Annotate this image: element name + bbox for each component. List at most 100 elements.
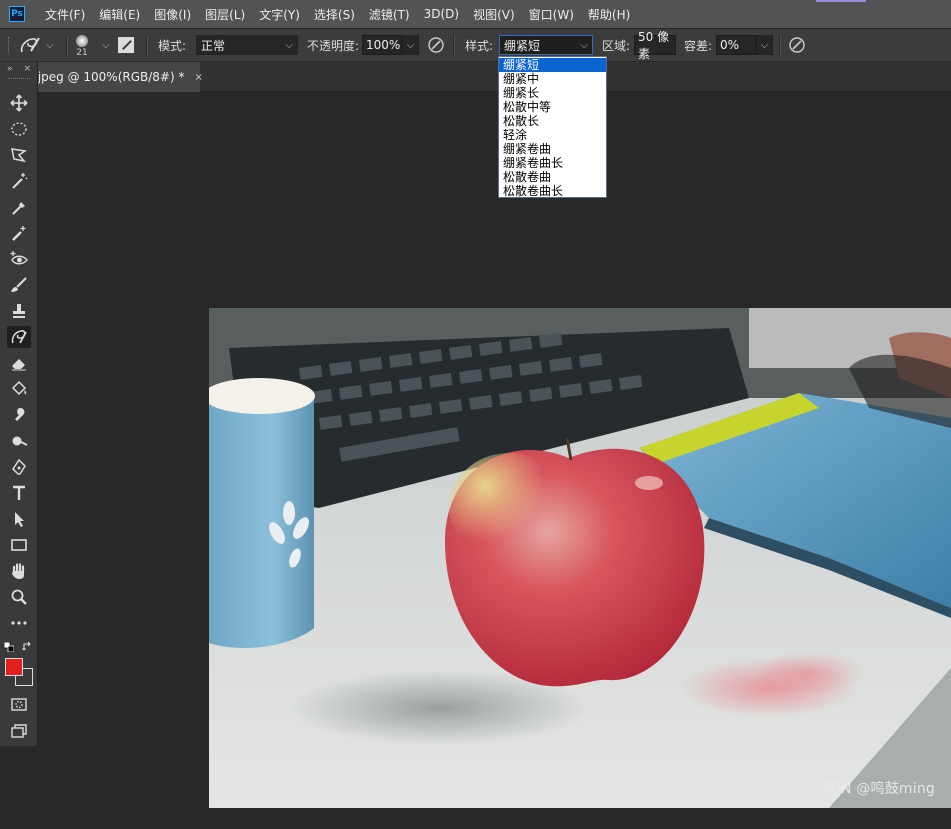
document-tab-bar: .jpeg @ 100%(RGB/8#) * × bbox=[0, 62, 951, 92]
menu-window[interactable]: 窗口(W) bbox=[529, 6, 574, 23]
brush-panel-icon bbox=[118, 37, 134, 53]
magic-wand-icon bbox=[12, 173, 28, 189]
clone-stamp-tool[interactable] bbox=[7, 300, 31, 322]
style-option[interactable]: 轻涂 bbox=[499, 128, 606, 142]
menu-help[interactable]: 帮助(H) bbox=[588, 6, 630, 23]
tools-panel-header: » × bbox=[0, 62, 37, 76]
opacity-label: 不透明度: bbox=[307, 38, 360, 53]
brush-size-picker[interactable]: 21 bbox=[76, 29, 88, 61]
path-selection-icon bbox=[15, 512, 24, 527]
paint-bucket-tool[interactable] bbox=[7, 378, 31, 400]
close-icon[interactable]: × bbox=[23, 64, 31, 74]
brush-size-value: 21 bbox=[76, 47, 88, 58]
screen-mode-button[interactable] bbox=[7, 720, 31, 742]
pen-icon bbox=[12, 458, 26, 475]
foreground-color-swatch[interactable] bbox=[5, 658, 23, 676]
area-value: 50 像素 bbox=[638, 30, 670, 61]
magic-wand-tool[interactable] bbox=[7, 170, 31, 192]
style-option[interactable]: 松散中等 bbox=[499, 100, 606, 114]
menu-image[interactable]: 图像(I) bbox=[154, 6, 191, 23]
quick-mask-icon bbox=[11, 698, 27, 711]
tools-panel-grip[interactable] bbox=[7, 78, 30, 82]
move-tool[interactable] bbox=[7, 92, 31, 114]
style-option[interactable]: 绷紧长 bbox=[499, 86, 606, 100]
eraser-icon bbox=[12, 359, 26, 371]
photoshop-logo-icon: Ps bbox=[9, 6, 25, 22]
brush-icon bbox=[11, 277, 27, 292]
opacity-value: 100% bbox=[366, 38, 401, 52]
eyedropper-tool[interactable] bbox=[7, 196, 31, 218]
type-tool[interactable] bbox=[7, 482, 31, 504]
polygonal-lasso-tool[interactable] bbox=[7, 144, 31, 166]
menu-type[interactable]: 文字(Y) bbox=[259, 6, 300, 23]
screen-mode-icon bbox=[11, 724, 27, 738]
more-tools-button[interactable] bbox=[7, 612, 31, 634]
opacity-slider-toggle[interactable]: ⌵ bbox=[402, 35, 419, 55]
art-history-brush-tool[interactable] bbox=[7, 326, 31, 348]
pen-pressure-icon bbox=[789, 37, 805, 53]
style-option[interactable]: 松散长 bbox=[499, 114, 606, 128]
chevron-down-icon: ⌵ bbox=[580, 39, 588, 51]
red-eye-icon bbox=[10, 251, 28, 265]
rectangle-icon bbox=[11, 539, 27, 551]
style-option[interactable]: 绷紧中 bbox=[499, 72, 606, 86]
tolerance-value: 0% bbox=[720, 38, 740, 52]
opacity-field[interactable]: 100% bbox=[362, 35, 402, 55]
pressure-size-button[interactable] bbox=[788, 29, 806, 61]
style-option[interactable]: 绷紧卷曲 bbox=[499, 142, 606, 156]
brush-settings-toggle[interactable] bbox=[118, 29, 134, 61]
red-eye-tool[interactable] bbox=[7, 248, 31, 270]
close-icon[interactable]: × bbox=[194, 72, 202, 83]
menu-select[interactable]: 选择(S) bbox=[314, 6, 355, 23]
path-selection-tool[interactable] bbox=[7, 508, 31, 530]
mode-select[interactable]: 正常 ⌵ bbox=[196, 35, 298, 55]
area-field[interactable]: 50 像素 bbox=[634, 30, 676, 61]
tolerance-field[interactable]: 0% bbox=[716, 35, 756, 55]
eyedropper-icon bbox=[12, 202, 25, 215]
style-option[interactable]: 松散卷曲长 bbox=[499, 184, 606, 198]
menu-filter[interactable]: 滤镜(T) bbox=[369, 6, 410, 23]
options-bar-grip[interactable] bbox=[8, 37, 12, 53]
move-icon bbox=[10, 94, 28, 112]
document-tab[interactable]: .jpeg @ 100%(RGB/8#) * × bbox=[34, 62, 203, 92]
document-image[interactable]: CSDN @鸣鼓ming bbox=[209, 308, 951, 808]
zoom-tool[interactable] bbox=[7, 586, 31, 608]
pen-tool[interactable] bbox=[7, 456, 31, 478]
menu-file[interactable]: 文件(F) bbox=[45, 6, 85, 23]
more-icon bbox=[11, 621, 27, 625]
tolerance-slider-toggle[interactable]: ⌵ bbox=[756, 35, 773, 55]
chevron-down-icon: ⌵ bbox=[406, 39, 415, 51]
tool-preset-picker[interactable]: ⌵ bbox=[18, 29, 54, 61]
pressure-opacity-button[interactable] bbox=[427, 29, 445, 61]
style-option[interactable]: 绷紧短 bbox=[499, 58, 606, 72]
swap-colors-icon[interactable] bbox=[22, 641, 33, 655]
style-value: 绷紧短 bbox=[504, 38, 541, 53]
window-control-accent bbox=[816, 0, 866, 2]
style-option[interactable]: 松散卷曲 bbox=[499, 170, 606, 184]
chevron-down-icon[interactable]: ⌵ bbox=[102, 40, 110, 51]
divider bbox=[66, 36, 68, 56]
dodge-tool[interactable] bbox=[7, 430, 31, 452]
default-colors-icon[interactable] bbox=[3, 641, 15, 655]
smudge-tool[interactable] bbox=[7, 404, 31, 426]
spot-healing-brush-tool[interactable] bbox=[7, 222, 31, 244]
brush-tool[interactable] bbox=[7, 274, 31, 296]
style-option[interactable]: 绷紧卷曲长 bbox=[499, 156, 606, 170]
menu-edit[interactable]: 编辑(E) bbox=[99, 6, 140, 23]
rectangle-tool[interactable] bbox=[7, 534, 31, 556]
pen-pressure-icon bbox=[428, 37, 444, 53]
style-label: 样式: bbox=[465, 38, 494, 53]
menu-view[interactable]: 视图(V) bbox=[473, 6, 515, 23]
art-history-brush-icon bbox=[11, 330, 27, 344]
style-dropdown-list: 绷紧短 绷紧中 绷紧长 松散中等 松散长 轻涂 绷紧卷曲 绷紧卷曲长 松散卷曲 … bbox=[498, 56, 607, 198]
eraser-tool[interactable] bbox=[7, 352, 31, 374]
style-select[interactable]: 绷紧短 ⌵ bbox=[499, 35, 593, 55]
elliptical-marquee-tool[interactable] bbox=[7, 118, 31, 140]
collapse-icon[interactable]: » bbox=[7, 64, 13, 74]
options-bar: ⌵ 21 ⌵ 模式: 正常 ⌵ 不透明度: 100% ⌵ 样式: 绷紧短 ⌵ 区 bbox=[0, 28, 951, 62]
quick-mask-button[interactable] bbox=[7, 694, 31, 716]
menu-3d[interactable]: 3D(D) bbox=[424, 7, 459, 21]
hand-tool[interactable] bbox=[7, 560, 31, 582]
menu-layer[interactable]: 图层(L) bbox=[205, 6, 245, 23]
watermark-text: CSDN @鸣鼓ming bbox=[810, 781, 935, 797]
